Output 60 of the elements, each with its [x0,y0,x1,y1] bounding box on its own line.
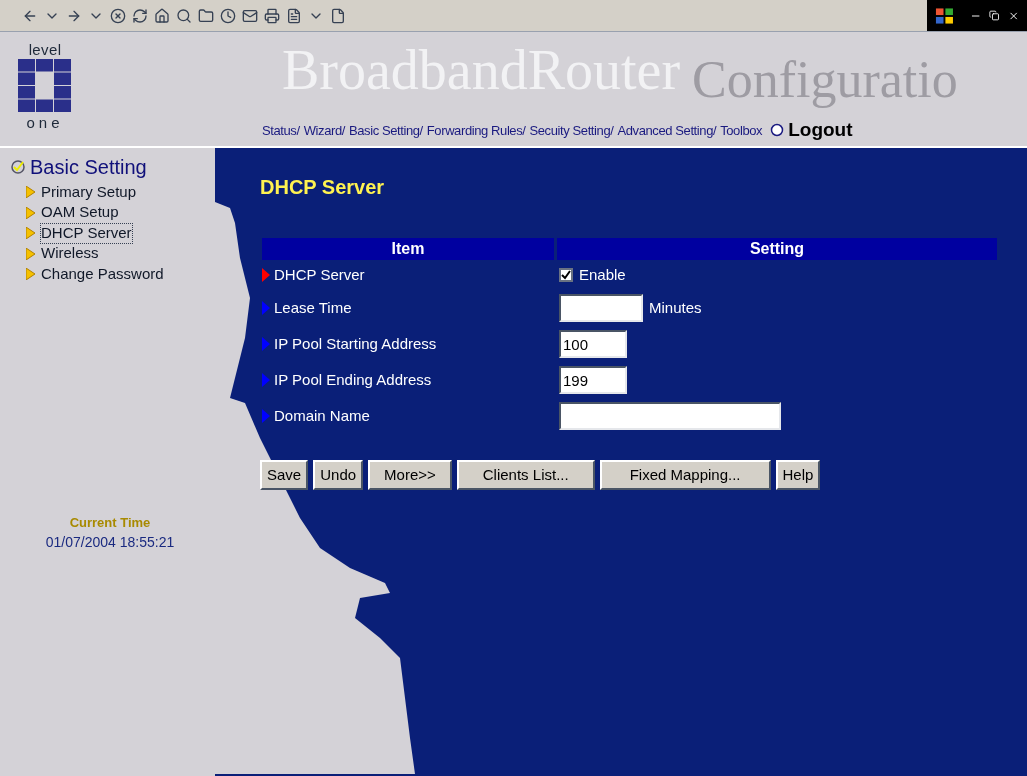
restore-icon[interactable] [989,10,1000,21]
column-header: Setting [557,238,997,260]
sidebar-item[interactable]: DHCP Server [41,223,132,243]
nav-link[interactable]: Basic Setting/ [348,120,423,140]
setting-label: Domain Name [274,405,370,426]
input-field[interactable]: 199 [559,366,627,394]
logo-text: one [26,115,64,130]
radio-icon [770,123,785,138]
form-button[interactable]: Help [775,460,821,490]
page-icon[interactable] [330,7,346,24]
bullet-icon [26,206,35,219]
enable-checkbox[interactable] [559,268,573,282]
bullet-icon [26,186,35,199]
sidebar-item[interactable]: Primary Setup [41,182,137,202]
input-field[interactable] [559,402,781,430]
form-button[interactable]: Save [260,460,309,490]
print-icon[interactable] [264,7,280,24]
bullet-icon [26,247,35,260]
setting-label: Lease Time [274,297,352,318]
home-icon[interactable] [154,7,170,24]
folder-icon[interactable] [198,7,214,24]
form-button[interactable]: Fixed Mapping... [599,460,771,490]
document-icon[interactable] [286,7,302,24]
setting-label: IP Pool Starting Address [274,333,437,354]
setting-label: IP Pool Ending Address [274,369,432,390]
nav-link[interactable]: Wizard/ [303,120,345,140]
sidebar-heading: Basic Setting [30,155,147,180]
sidebar-item[interactable]: Wireless [41,244,99,264]
sidebar-item[interactable]: OAM Setup [41,203,119,223]
input-field[interactable] [559,294,643,322]
form-button[interactable]: More>> [368,460,452,490]
close-icon[interactable] [1007,9,1019,22]
bullet-icon [26,227,35,240]
nav-link[interactable]: Status/ [262,120,300,140]
logout-link[interactable]: Logout [788,116,853,145]
setting-label: DHCP Server [274,264,365,285]
mail-icon[interactable] [242,7,258,24]
search-icon[interactable] [176,7,192,24]
bullet-icon [26,268,35,281]
form-button[interactable]: Undo [313,460,364,490]
nav-link[interactable]: Forwarding Rules/ [426,120,526,140]
logo-icon [18,59,72,113]
windows-logo-icon [935,6,954,25]
column-header: Item [262,238,554,260]
page-title: DHCP Server [260,175,386,200]
nav-link[interactable]: Advanced Setting/ [617,120,717,140]
history-icon[interactable] [220,7,236,24]
checkbox-label: Enable [579,264,626,285]
input-field[interactable]: 100 [559,330,627,358]
sidebar-item[interactable]: Change Password [41,264,164,284]
current-time: 01/07/2004 18:55:21 [45,533,175,552]
nav-link[interactable]: Secuity Setting/ [529,120,614,140]
stop-icon[interactable] [110,7,126,24]
check-circle-icon [10,159,26,175]
nav-link[interactable]: Toolbox [720,120,763,140]
time-label: Current Time [69,513,151,532]
logo-text: level [28,42,62,57]
refresh-icon[interactable] [132,7,148,24]
unit-label: Minutes [649,297,702,318]
form-button[interactable]: Clients List... [456,460,595,490]
